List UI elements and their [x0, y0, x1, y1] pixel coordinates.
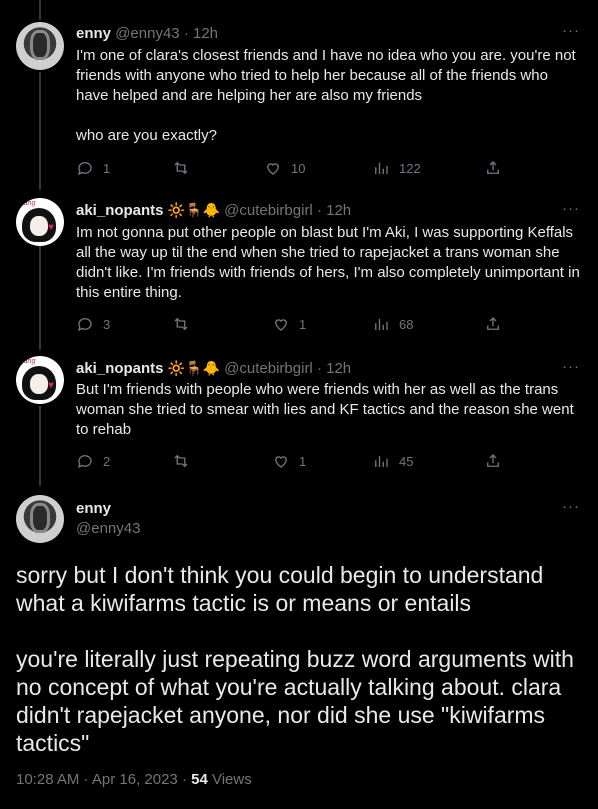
- views-icon: [375, 162, 388, 174]
- views-label: Views: [207, 771, 252, 788]
- reply-icon: [77, 162, 92, 176]
- avatar[interactable]: Bang ♥: [16, 356, 64, 404]
- tweet-text: Im not gonna put other people on blast b…: [76, 224, 580, 301]
- author-handle[interactable]: @enny43: [115, 25, 179, 42]
- tweet-time[interactable]: · 12h: [184, 25, 218, 42]
- tweet-3[interactable]: Bang ♥ aki_nopants 🔆🪑🐥 @cutebirbgirl · 1…: [0, 350, 598, 490]
- reply-button[interactable]: 3: [76, 315, 110, 333]
- avatar-tag: Bang: [19, 358, 36, 365]
- tweet-header: aki_nopants 🔆🪑🐥 @cutebirbgirl · 12h: [76, 202, 351, 219]
- views-button[interactable]: 45: [372, 452, 413, 470]
- view-count: 45: [399, 453, 414, 469]
- share-icon: [487, 454, 499, 467]
- share-icon: [487, 161, 499, 174]
- main-tweet-text: sorry but I don't think you could begin …: [16, 562, 574, 756]
- author-name[interactable]: aki_nopants: [76, 360, 164, 377]
- retweet-icon: [174, 454, 188, 468]
- avatar[interactable]: [16, 22, 64, 70]
- retweet-button[interactable]: [172, 452, 199, 470]
- more-icon[interactable]: ···: [562, 22, 580, 39]
- share-button[interactable]: [484, 452, 502, 470]
- avatar[interactable]: Bang ♥: [16, 198, 64, 246]
- main-author-name[interactable]: enny: [76, 500, 111, 517]
- view-count: 68: [399, 316, 414, 332]
- views-button[interactable]: 68: [372, 315, 413, 333]
- like-count: 10: [291, 160, 306, 176]
- views-button[interactable]: 122: [372, 159, 421, 177]
- tweet-header: enny @enny43 · 12h: [76, 25, 218, 42]
- retweet-button[interactable]: [172, 159, 199, 177]
- tweet-time[interactable]: · 12h: [317, 360, 351, 377]
- reply-count: 2: [103, 453, 111, 469]
- retweet-icon: [174, 161, 188, 175]
- views-icon: [375, 318, 388, 330]
- reply-count: 1: [103, 160, 111, 176]
- more-icon[interactable]: ···: [562, 200, 580, 217]
- like-button[interactable]: 1: [272, 452, 306, 470]
- tweet-text: But I'm friends with people who were fri…: [76, 381, 574, 438]
- main-tweet: enny @enny43 ··· sorry but I don't think…: [0, 490, 598, 809]
- tweet-1[interactable]: enny @enny43 · 12h ··· I'm one of clara'…: [0, 0, 598, 190]
- like-button[interactable]: 10: [264, 159, 305, 177]
- like-icon: [275, 456, 287, 468]
- like-icon: [275, 319, 287, 331]
- more-icon[interactable]: ···: [562, 498, 580, 515]
- name-emoji: 🔆🪑🐥: [167, 202, 220, 218]
- tweet-timestamp[interactable]: 10:28 AM · Apr 16, 2023 ·: [16, 771, 191, 788]
- tweet-time[interactable]: · 12h: [317, 202, 351, 219]
- like-count: 1: [299, 453, 307, 469]
- avatar[interactable]: [16, 495, 64, 543]
- views-count: 54: [191, 771, 208, 788]
- retweet-button[interactable]: [172, 315, 199, 333]
- retweet-icon: [174, 317, 188, 331]
- reply-icon: [77, 318, 92, 332]
- name-emoji: 🔆🪑🐥: [167, 360, 220, 376]
- reply-button[interactable]: 1: [76, 159, 110, 177]
- tweet-actions: 1 10 122: [76, 159, 499, 179]
- share-button[interactable]: [484, 315, 502, 333]
- reply-button[interactable]: 2: [76, 452, 110, 470]
- more-icon[interactable]: ···: [562, 358, 580, 375]
- tweet-header: aki_nopants 🔆🪑🐥 @cutebirbgirl · 12h: [76, 360, 351, 377]
- tweet-actions: 2 1 45: [76, 452, 499, 472]
- reply-icon: [77, 455, 92, 469]
- like-count: 1: [299, 316, 307, 332]
- author-handle[interactable]: @cutebirbgirl: [224, 360, 313, 377]
- tweet-2[interactable]: Bang ♥ aki_nopants 🔆🪑🐥 @cutebirbgirl · 1…: [0, 190, 598, 350]
- share-icon: [487, 317, 499, 330]
- author-name[interactable]: aki_nopants: [76, 202, 164, 219]
- tweet-actions: 3 1 68: [76, 315, 499, 335]
- like-button[interactable]: 1: [272, 315, 306, 333]
- like-icon: [267, 163, 279, 175]
- reply-count: 3: [103, 316, 111, 332]
- views-icon: [375, 455, 388, 467]
- author-handle[interactable]: @cutebirbgirl: [224, 202, 313, 219]
- tweet-meta: 10:28 AM · Apr 16, 2023 · 54 Views: [16, 771, 252, 788]
- avatar-tag: Bang: [19, 200, 36, 207]
- share-button[interactable]: [484, 159, 502, 177]
- tweet-text: I'm one of clara's closest friends and I…: [76, 47, 576, 144]
- main-author-handle[interactable]: @enny43: [76, 520, 140, 537]
- view-count: 122: [399, 160, 421, 176]
- author-name[interactable]: enny: [76, 25, 111, 42]
